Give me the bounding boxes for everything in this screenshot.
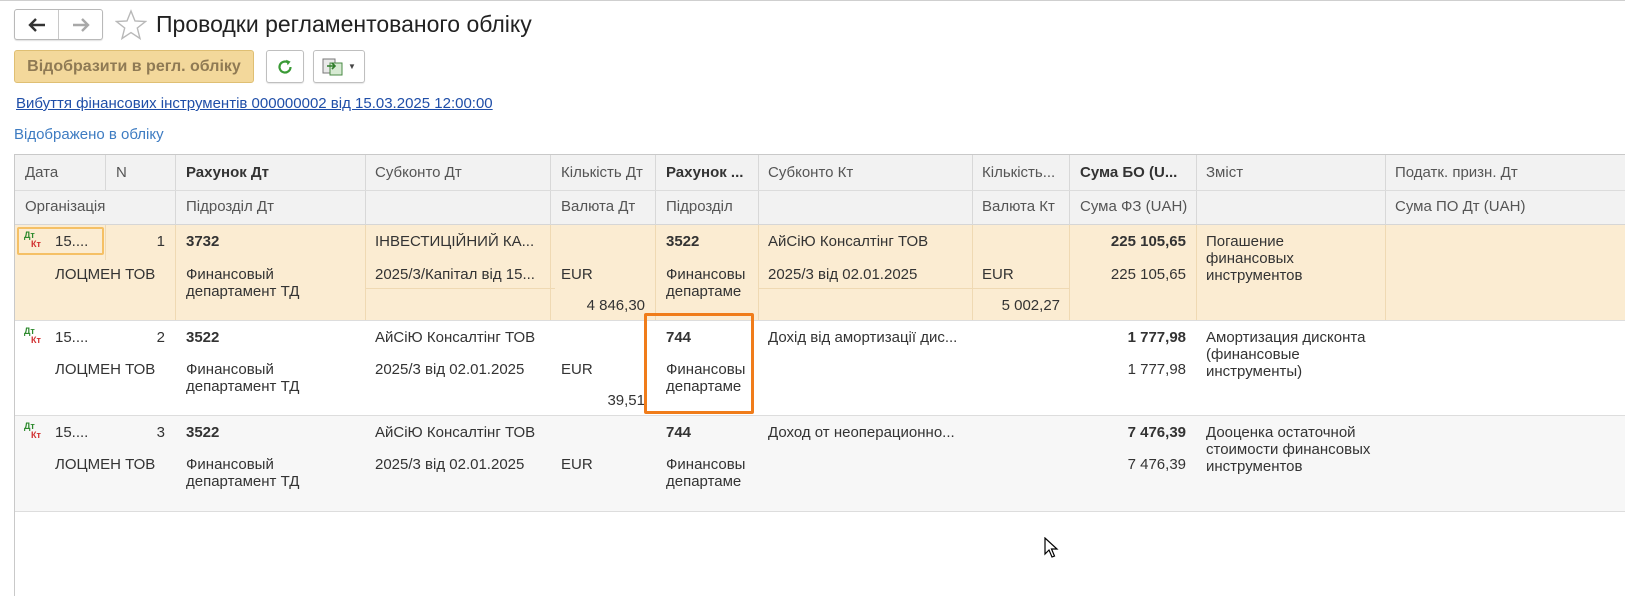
cell-account-kt: 744: [666, 424, 692, 441]
col-header-sum-bo[interactable]: Сума БО (U...: [1080, 164, 1194, 181]
col-header-sum-po-dt[interactable]: Сума ПО Дт (UAH): [1395, 198, 1595, 215]
cell-subconto-dt-1: ІНВЕСТИЦІЙНИЙ КА...: [375, 233, 535, 250]
col-header-n[interactable]: N: [116, 164, 171, 181]
cell-content: Погашение финансовых инструментов: [1206, 233, 1303, 284]
chevron-down-icon: ▼: [348, 62, 356, 71]
forward-button[interactable]: [58, 10, 102, 39]
col-header-department-dt[interactable]: Підрозділ Дт: [186, 198, 362, 215]
cell-account-kt: 3522: [666, 233, 700, 250]
cell-content: Амортизация дисконта (финансовые инструм…: [1206, 329, 1366, 380]
post-to-ledger-button[interactable]: Відобразити в регл. обліку: [14, 50, 254, 83]
cell-date: 15....: [55, 329, 89, 346]
cell-n: 3: [156, 424, 165, 441]
cell-sum-fz: 1 777,98: [1127, 361, 1186, 378]
cell-account-dt: 3732: [186, 233, 220, 250]
cell-n: 2: [156, 329, 165, 346]
cell-department-kt: Финансовы департаме: [666, 456, 746, 490]
col-header-content[interactable]: Зміст: [1206, 164, 1382, 181]
refresh-icon: [278, 59, 292, 74]
col-header-organization[interactable]: Організація: [25, 198, 173, 215]
cell-sum-bo: 1 777,98: [1127, 329, 1186, 346]
cell-sum-bo: 225 105,65: [1110, 233, 1186, 250]
cell-subconto-dt-1: АйСіЮ Консалтінг ТОВ: [375, 329, 536, 346]
refresh-button[interactable]: [266, 50, 304, 83]
postings-table: Дата N Організація Рахунок Дт Підрозділ …: [14, 154, 1625, 596]
cell-subconto-dt-2: 2025/3/Капітал від 15...: [375, 266, 535, 283]
cell-organization: ЛОЦМЕН ТОВ: [55, 266, 156, 283]
cell-subconto-kt-1: Дохід від амортизації дис...: [768, 329, 958, 346]
posting-status: Відображено в обліку: [14, 126, 164, 143]
cell-date: 15....: [55, 233, 89, 250]
col-header-department-kt[interactable]: Підрозділ: [666, 198, 756, 215]
cell-currency-dt: EUR: [561, 266, 593, 283]
cell-sum-fz: 7 476,39: [1127, 456, 1186, 473]
cell-department-kt: Финансовы департаме: [666, 266, 746, 300]
table-row[interactable]: Дт Кт 15.... 2 ЛОЦМЕН ТОВ 3522 Финансовый…: [15, 313, 1625, 415]
cell-sum-fz: 225 105,65: [1110, 266, 1186, 283]
cell-account-kt: 744: [666, 329, 692, 346]
col-header-currency-dt[interactable]: Валюта Дт: [561, 198, 653, 215]
cell-organization: ЛОЦМЕН ТОВ: [55, 456, 156, 473]
cell-currency-kt: EUR: [982, 266, 1014, 283]
cell-currency-dt: EUR: [561, 361, 593, 378]
export-icon: [322, 58, 343, 75]
col-header-account-dt[interactable]: Рахунок Дт: [186, 164, 362, 181]
page-title: Проводки регламентованого обліку: [156, 11, 532, 37]
cell-organization: ЛОЦМЕН ТОВ: [55, 361, 156, 378]
cell-currency-qty-kt: 5 002,27: [1001, 297, 1060, 314]
col-header-subconto-dt[interactable]: Субконто Дт: [375, 164, 547, 181]
col-header-account-kt[interactable]: Рахунок ...: [666, 164, 756, 181]
cell-currency-qty-dt: 4 846,30: [586, 297, 645, 314]
table-row[interactable]: Дт Кт 15.... 3 ЛОЦМЕН ТОВ 3522 Финансовый…: [15, 416, 1625, 511]
col-header-quantity-kt[interactable]: Кількість...: [982, 164, 1067, 181]
posting-dt-kt-icon: Дт Кт: [24, 421, 41, 440]
cell-department-dt: Финансовый департамент ТД: [186, 456, 300, 490]
posting-dt-kt-icon: Дт Кт: [24, 230, 41, 249]
cell-subconto-kt-1: Доход от неоперационно...: [768, 424, 955, 441]
navigation-buttons: [14, 9, 103, 40]
cell-content: Дооценка остаточной стоимости финансовых…: [1206, 424, 1371, 475]
cell-currency-qty-dt: 39,51: [607, 392, 645, 409]
mouse-cursor-icon: [1044, 537, 1059, 558]
cell-department-kt: Финансовы департаме: [666, 361, 746, 395]
cell-currency-dt: EUR: [561, 456, 593, 473]
back-button[interactable]: [15, 10, 58, 39]
col-header-subconto-kt[interactable]: Субконто Кт: [768, 164, 968, 181]
export-dropdown-button[interactable]: ▼: [313, 50, 365, 83]
cell-subconto-kt-2: 2025/3 від 02.01.2025: [768, 266, 918, 283]
posting-dt-kt-icon: Дт Кт: [24, 326, 41, 345]
cell-department-dt: Финансовый департамент ТД: [186, 266, 300, 300]
document-link[interactable]: Вибуття фінансових інструментів 00000000…: [16, 95, 493, 112]
col-header-currency-kt[interactable]: Валюта Кт: [982, 198, 1067, 215]
cell-sum-bo: 7 476,39: [1127, 424, 1186, 441]
col-header-date[interactable]: Дата: [25, 164, 103, 181]
cell-account-dt: 3522: [186, 329, 220, 346]
arrow-left-icon: [27, 17, 45, 32]
cell-subconto-dt-2: 2025/3 від 02.01.2025: [375, 361, 525, 378]
cell-subconto-dt-1: АйСіЮ Консалтінг ТОВ: [375, 424, 536, 441]
cell-subconto-kt-1: АйСіЮ Консалтінг ТОВ: [768, 233, 929, 250]
col-header-quantity-dt[interactable]: Кількість Дт: [561, 164, 653, 181]
arrow-right-icon: [72, 17, 90, 32]
cell-n: 1: [156, 233, 165, 250]
cell-date: 15....: [55, 424, 89, 441]
cell-account-dt: 3522: [186, 424, 220, 441]
col-header-tax-dt[interactable]: Податк. призн. Дт: [1395, 164, 1595, 181]
col-header-sum-fz[interactable]: Сума ФЗ (UAH): [1080, 198, 1194, 215]
cell-department-dt: Финансовый департамент ТД: [186, 361, 300, 395]
cell-subconto-dt-2: 2025/3 від 02.01.2025: [375, 456, 525, 473]
table-row[interactable]: Дт Кт 15.... 1 ЛОЦМЕН ТОВ 3732 Финансовый…: [15, 225, 1625, 320]
favorite-star-icon[interactable]: [115, 9, 147, 41]
top-divider: [0, 0, 1625, 1]
